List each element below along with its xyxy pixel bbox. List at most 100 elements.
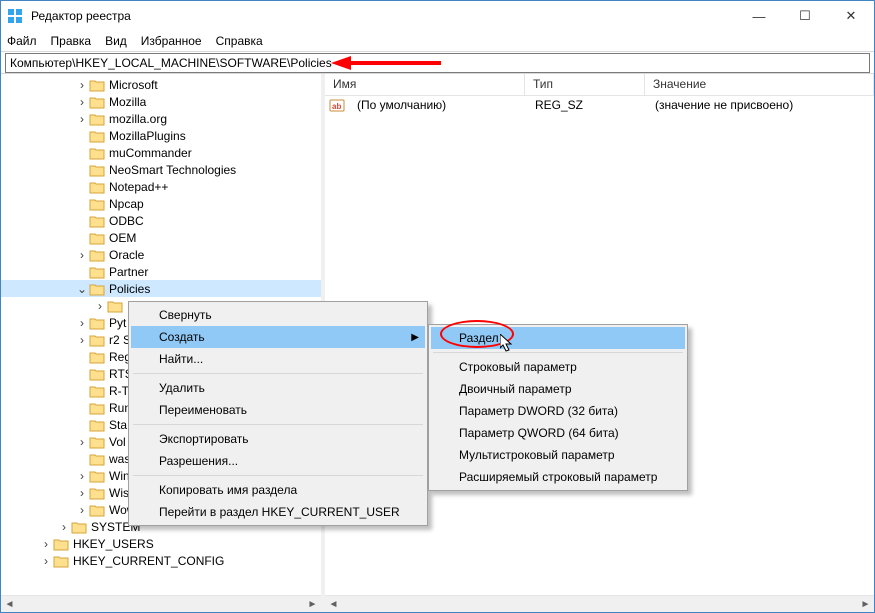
tree-item[interactable]: › Microsoft [1,76,321,93]
folder-icon [89,163,105,177]
expand-icon[interactable]: › [75,316,89,330]
ctx-new[interactable]: Создать▶ [131,326,425,348]
folder-icon [89,265,105,279]
tree-item[interactable]: muCommander [1,144,321,161]
cell-value: (значение не присвоено) [647,98,801,112]
ctx-find[interactable]: Найти... [131,348,425,370]
menubar: Файл Правка Вид Избранное Справка [1,31,874,51]
folder-icon [89,350,105,364]
tree-item[interactable]: ›mozilla.org [1,110,321,127]
col-type[interactable]: Тип [525,74,645,95]
tree-item[interactable]: ›HKEY_CURRENT_CONFIG [1,552,321,569]
col-name[interactable]: Имя [325,74,525,95]
expand-icon[interactable]: › [75,486,89,500]
expand-icon[interactable]: › [75,95,89,109]
folder-icon [89,469,105,483]
expand-icon[interactable]: › [93,299,107,313]
folder-icon [89,418,105,432]
tree-item[interactable]: OEM [1,229,321,246]
close-button[interactable]: ✕ [828,1,874,31]
menu-file[interactable]: Файл [7,34,37,48]
tree-item-label: MozillaPlugins [109,129,186,143]
folder-icon [53,537,69,551]
tree-item-label: R-T [109,384,129,398]
tree-item[interactable]: Npcap [1,195,321,212]
ctx-collapse[interactable]: Свернуть [131,304,425,326]
folder-icon [89,333,105,347]
separator [133,424,423,425]
expand-icon[interactable]: › [75,469,89,483]
tree-item-label: NeoSmart Technologies [109,163,236,177]
tree-item[interactable]: MozillaPlugins [1,127,321,144]
scroll-right-button[interactable]: ► [304,596,321,613]
expand-icon[interactable]: ⌄ [75,282,89,296]
list-hscroll[interactable]: ◄ ► [325,595,874,612]
tree-item-label: Policies [109,282,150,296]
expand-icon[interactable]: › [57,520,71,534]
ctx-new-qword[interactable]: Параметр QWORD (64 бита) [431,422,685,444]
folder-icon [89,197,105,211]
ctx-permissions[interactable]: Разрешения... [131,450,425,472]
minimize-button[interactable]: — [736,1,782,31]
folder-icon [89,248,105,262]
folder-icon [89,78,105,92]
expand-icon[interactable]: › [39,537,53,551]
context-submenu-new: Раздел Строковый параметр Двоичный парам… [428,324,688,491]
scroll-left-button[interactable]: ◄ [1,596,18,613]
ctx-new-expandstring[interactable]: Расширяемый строковый параметр [431,466,685,488]
folder-icon [89,129,105,143]
tree-item-label: muCommander [109,146,192,160]
tree-item[interactable]: NeoSmart Technologies [1,161,321,178]
tree-item[interactable]: Partner [1,263,321,280]
tree-item[interactable]: ›Oracle [1,246,321,263]
tree-item-label: Partner [109,265,148,279]
folder-icon [53,554,69,568]
list-row[interactable]: ab (По умолчанию) REG_SZ (значение не пр… [325,96,874,114]
ctx-goto-hkcu[interactable]: Перейти в раздел HKEY_CURRENT_USER [131,501,425,523]
window-title: Редактор реестра [31,9,736,23]
folder-icon [89,486,105,500]
menu-favorites[interactable]: Избранное [141,34,202,48]
expand-icon[interactable]: › [39,554,53,568]
maximize-button[interactable]: ☐ [782,1,828,31]
tree-item-label: Sta [109,418,127,432]
expand-icon[interactable]: › [75,112,89,126]
tree-item[interactable]: ⌄ Policies [1,280,321,297]
tree-hscroll[interactable]: ◄ ► [1,595,321,612]
ctx-export[interactable]: Экспортировать [131,428,425,450]
tree-item[interactable]: Notepad++ [1,178,321,195]
tree-item[interactable]: ODBC [1,212,321,229]
separator [133,373,423,374]
expand-icon[interactable]: › [75,435,89,449]
folder-icon [89,95,105,109]
expand-icon[interactable]: › [75,248,89,262]
tree-item-label: Wis [109,486,129,500]
menu-edit[interactable]: Правка [51,34,92,48]
tree-item-label: Vol [109,435,126,449]
ctx-delete[interactable]: Удалить [131,377,425,399]
scroll-left-button[interactable]: ◄ [325,596,342,613]
expand-icon[interactable]: › [75,503,89,517]
ctx-rename[interactable]: Переименовать [131,399,425,421]
folder-icon [107,299,123,313]
expand-icon[interactable]: › [75,78,89,92]
ctx-new-multistring[interactable]: Мультистроковый параметр [431,444,685,466]
ctx-new-dword[interactable]: Параметр DWORD (32 бита) [431,400,685,422]
scroll-right-button[interactable]: ► [857,596,874,613]
app-icon [7,8,23,24]
folder-icon [89,435,105,449]
menu-help[interactable]: Справка [216,34,263,48]
menu-view[interactable]: Вид [105,34,127,48]
ctx-new-key[interactable]: Раздел [431,327,685,349]
tree-item[interactable]: ›Mozilla [1,93,321,110]
col-value[interactable]: Значение [645,74,874,95]
ctx-new-string[interactable]: Строковый параметр [431,356,685,378]
tree-item[interactable]: ›HKEY_USERS [1,535,321,552]
address-input[interactable] [5,53,870,73]
folder-icon [89,112,105,126]
ctx-new-binary[interactable]: Двоичный параметр [431,378,685,400]
ctx-copykeyname[interactable]: Копировать имя раздела [131,479,425,501]
expand-icon[interactable]: › [75,333,89,347]
window-buttons: — ☐ ✕ [736,1,874,31]
tree-item-label: Microsoft [109,78,158,92]
